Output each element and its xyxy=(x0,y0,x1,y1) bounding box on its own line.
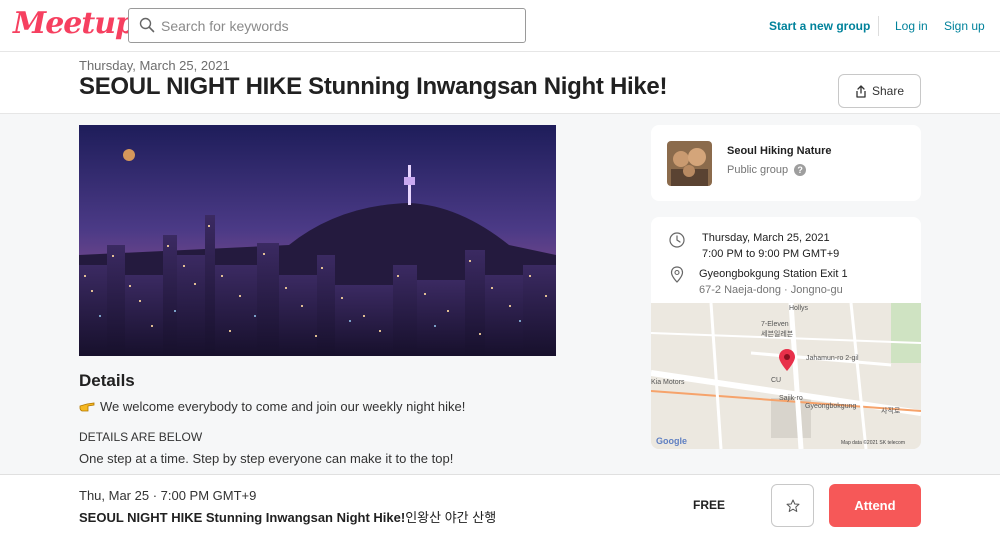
info-time: 7:00 PM to 9:00 PM GMT+9 xyxy=(702,248,840,260)
search-icon xyxy=(139,17,155,33)
google-logo: Google xyxy=(656,436,687,446)
attend-button[interactable]: Attend xyxy=(829,484,921,527)
event-header: Thursday, March 25, 2021 SEOUL NIGHT HIK… xyxy=(0,52,1000,114)
info-location[interactable]: Gyeongbokgung Station Exit 1 xyxy=(699,268,848,280)
map-label-kia: Kia Motors xyxy=(651,379,685,386)
group-avatar xyxy=(667,141,712,186)
group-type-label: Public group xyxy=(727,164,789,176)
pointing-hand-icon xyxy=(79,402,95,412)
info-date: Thursday, March 25, 2021 xyxy=(702,232,830,244)
bottom-title: SEOUL NIGHT HIKE Stunning Inwangsan Nigh… xyxy=(79,507,496,526)
map-label-7eleven-kr: 세븐일레븐 xyxy=(761,331,794,338)
clock-icon xyxy=(669,232,685,248)
bottom-title-kr: 인왕산 야간 산행 xyxy=(405,510,497,525)
help-icon[interactable]: ? xyxy=(794,164,807,176)
bottom-date: Thu, Mar 25 · 7:00 PM GMT+9 xyxy=(79,488,257,503)
map-attribution: Map data ©2021 SK telecom xyxy=(841,440,905,446)
event-info-card: Thursday, March 25, 2021 7:00 PM to 9:00… xyxy=(651,217,921,449)
info-address: 67-2 Naeja-dong · Jongno-gu xyxy=(699,284,843,296)
share-label: Share xyxy=(871,84,905,98)
details-line-1: We welcome everybody to come and join ou… xyxy=(100,399,466,414)
share-icon xyxy=(856,84,866,98)
bottom-title-en: SEOUL NIGHT HIKE Stunning Inwangsan Nigh… xyxy=(79,510,406,525)
group-type: Public group ? xyxy=(727,164,807,176)
location-map[interactable]: Hollys 7-Eleven 세븐일레븐 CU Jahamun-ro 2-gi… xyxy=(651,303,921,449)
meetup-logo[interactable]: Meetup xyxy=(13,6,136,41)
price-label: FREE xyxy=(693,498,726,512)
event-title: SEOUL NIGHT HIKE Stunning Inwangsan Nigh… xyxy=(79,73,668,100)
login-link[interactable]: Log in xyxy=(895,19,928,33)
bottom-action-bar: Thu, Mar 25 · 7:00 PM GMT+9 SEOUL NIGHT … xyxy=(0,474,1000,535)
top-nav: Meetup Start a new group Log in Sign up xyxy=(0,0,1000,52)
details-heading: Details xyxy=(79,371,135,390)
start-new-group-link[interactable]: Start a new group xyxy=(769,19,870,33)
map-label-cu: CU xyxy=(771,377,782,384)
event-date: Thursday, March 25, 2021 xyxy=(79,58,230,73)
map-label-gyeongbokgung: Gyeongbokgung xyxy=(805,403,857,410)
group-card[interactable]: Seoul Hiking Nature Public group ? xyxy=(651,125,921,201)
map-label-7eleven-top: 7-Eleven xyxy=(761,321,789,328)
details-line-3: One step at a time. Step by step everyon… xyxy=(79,451,454,466)
group-name[interactable]: Seoul Hiking Nature xyxy=(727,145,832,157)
map-label-sajik-kr: 사직로 xyxy=(881,408,901,415)
location-pin-icon xyxy=(670,266,684,283)
star-icon xyxy=(786,499,799,512)
map-label-hollys: Hollys xyxy=(789,305,809,312)
event-hero-image xyxy=(79,125,556,356)
signup-link[interactable]: Sign up xyxy=(944,19,985,33)
search-input[interactable] xyxy=(161,9,521,42)
map-label-jahamun: Jahamun-ro 2-gil xyxy=(806,355,859,362)
map-label-sajik: Sajik-ro xyxy=(779,395,803,402)
details-intro: We welcome everybody to come and join ou… xyxy=(79,399,465,414)
save-event-button[interactable] xyxy=(771,484,814,527)
share-button[interactable]: Share xyxy=(838,74,921,108)
details-line-2: DETAILS ARE BELOW xyxy=(79,430,203,444)
nav-divider xyxy=(878,16,879,36)
search-box[interactable] xyxy=(128,8,526,43)
